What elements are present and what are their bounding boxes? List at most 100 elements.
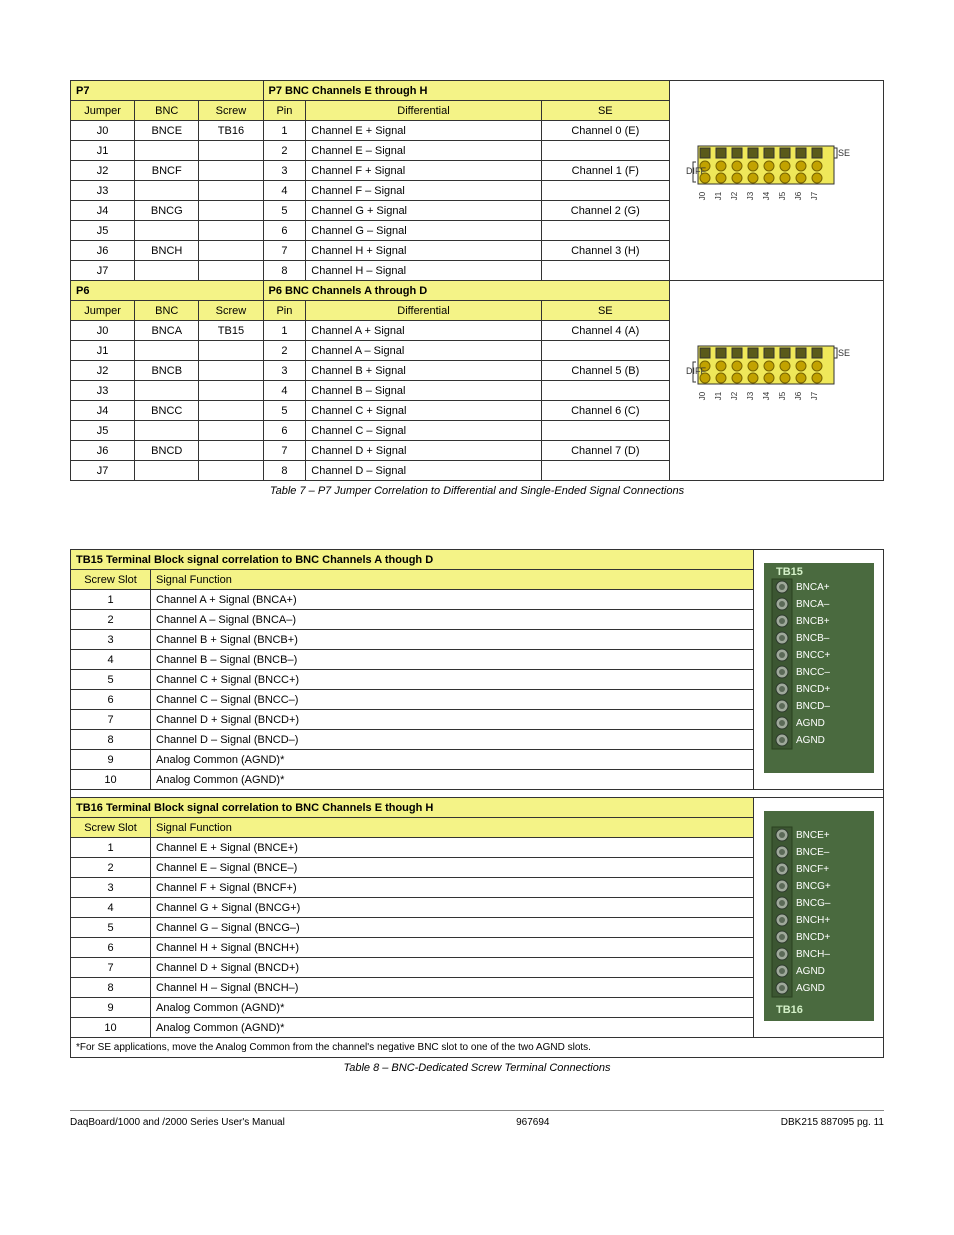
cell: Channel F – Signal [306,181,541,201]
table-tb: TB15 Terminal Block signal correlation t… [70,549,884,1058]
cell: 9 [71,750,151,770]
column-header: Jumper [71,101,135,121]
cell: 4 [71,898,151,918]
svg-text:BNCH–: BNCH– [796,949,830,960]
cell: Channel B – Signal (BNCB–) [151,650,754,670]
cell [199,141,263,161]
svg-text:J1: J1 [714,391,723,400]
cell: Channel D + Signal (BNCD+) [151,710,754,730]
svg-text:J5: J5 [778,391,787,400]
svg-text:AGND: AGND [796,718,825,729]
column-header: BNC [135,301,199,321]
cell: J3 [71,181,135,201]
cell [541,381,669,401]
cell [199,221,263,241]
svg-text:AGND: AGND [796,966,825,977]
column-header: Signal Function [151,818,754,838]
cell [541,221,669,241]
cell: Channel B + Signal (BNCB+) [151,630,754,650]
cell: Channel H – Signal (BNCH–) [151,978,754,998]
cell: BNCD [135,441,199,461]
cell: Channel F + Signal (BNCF+) [151,878,754,898]
cell: TB15 [199,321,263,341]
cell: Channel 7 (D) [541,441,669,461]
cell [135,261,199,281]
terminal-block-TB16: TB16 BNCE+BNCE–BNCF+BNCG+BNCG–BNCH+BNCD+… [764,811,874,1021]
cell: J1 [71,341,135,361]
cell: Analog Common (AGND)* [151,770,754,790]
cell [199,201,263,221]
column-header: Screw [199,101,263,121]
cell: 7 [263,241,306,261]
column-header: Differential [306,101,541,121]
cell: 10 [71,1018,151,1038]
spacer [71,790,884,798]
terminal-block-TB15: TB15 BNCA+BNCA–BNCB+BNCB–BNCC+BNCC–BNCD+… [764,563,874,773]
cell: J7 [71,461,135,481]
cell: Channel F + Signal [306,161,541,181]
cell: J2 [71,161,135,181]
svg-text:BNCD–: BNCD– [796,701,830,712]
svg-text:BNCH+: BNCH+ [796,915,830,926]
cell [199,421,263,441]
svg-text:BNCB–: BNCB– [796,633,830,644]
cell: 5 [71,918,151,938]
svg-text:J7: J7 [810,191,819,200]
block-header: TB16 Terminal Block signal correlation t… [71,798,754,818]
cell: J0 [71,121,135,141]
cell: Channel E – Signal (BNCE–) [151,858,754,878]
cell: 5 [263,401,306,421]
cell: J4 [71,201,135,221]
column-header: Pin [263,101,306,121]
svg-text:J4: J4 [762,391,771,400]
cell: Analog Common (AGND)* [151,1018,754,1038]
cell: J2 [71,361,135,381]
cell: Channel 0 (E) [541,121,669,141]
cell [199,461,263,481]
cell: 3 [263,361,306,381]
svg-text:J2: J2 [730,391,739,400]
svg-text:BNCD+: BNCD+ [796,932,830,943]
cell [541,421,669,441]
cell: Channel B + Signal [306,361,541,381]
cell: 7 [71,710,151,730]
cell: 2 [263,141,306,161]
cell: 8 [263,261,306,281]
svg-text:J0: J0 [698,391,707,400]
cell: 4 [263,181,306,201]
svg-text:BNCF+: BNCF+ [796,864,829,875]
cell [199,361,263,381]
svg-text:TB15: TB15 [776,566,803,578]
cell [199,401,263,421]
column-header: Screw [199,301,263,321]
cell: J6 [71,241,135,261]
svg-text:J6: J6 [794,191,803,200]
cell [199,261,263,281]
cell: Analog Common (AGND)* [151,750,754,770]
svg-text:BNCC–: BNCC– [796,667,830,678]
svg-text:TB16: TB16 [776,1004,803,1016]
cell: Channel H + Signal (BNCH+) [151,938,754,958]
cell: 7 [71,958,151,978]
tb-image-cell: TB16 BNCE+BNCE–BNCF+BNCG+BNCG–BNCH+BNCD+… [754,798,884,1038]
cell: 2 [263,341,306,361]
table-8-wrap: TB15 Terminal Block signal correlation t… [70,549,884,1086]
svg-text:J6: J6 [794,391,803,400]
cell: 6 [71,690,151,710]
column-header: Screw Slot [71,818,151,838]
svg-text:AGND: AGND [796,983,825,994]
cell: 1 [71,838,151,858]
cell: Channel D – Signal (BNCD–) [151,730,754,750]
svg-text:DIFF: DIFF [686,366,706,376]
svg-text:BNCA–: BNCA– [796,599,830,610]
cell: 6 [263,221,306,241]
cell [199,381,263,401]
column-header: BNC [135,101,199,121]
cell: 2 [71,858,151,878]
cell: Channel C + Signal [306,401,541,421]
column-header: SE [541,101,669,121]
block-header-right: P6 BNC Channels A through D [263,281,669,301]
cell [199,441,263,461]
cell: Channel 3 (H) [541,241,669,261]
svg-text:DIFF: DIFF [686,166,706,176]
